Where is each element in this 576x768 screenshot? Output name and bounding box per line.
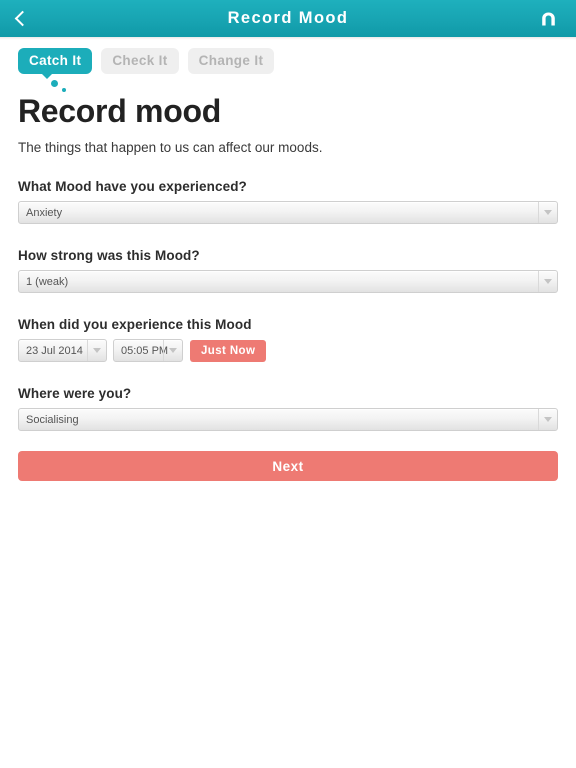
select-where[interactable]: Socialising	[18, 408, 558, 432]
home-icon	[541, 12, 555, 25]
bubble-dot-small-icon	[62, 88, 66, 92]
back-button[interactable]	[0, 0, 40, 37]
label-mood-strength: How strong was this Mood?	[18, 248, 200, 264]
just-now-button[interactable]: Just Now	[190, 339, 267, 362]
tab-change-it-label: Change It	[198, 53, 264, 68]
select-time[interactable]: 05:05 PM	[113, 339, 183, 363]
label-when: When did you experience this Mood	[18, 317, 252, 333]
select-mood-value: Anxiety	[26, 206, 63, 219]
label-mood: What Mood have you experienced?	[18, 179, 247, 195]
select-date[interactable]: 23 Jul 2014	[18, 339, 107, 363]
app-header: Record Mood	[0, 0, 576, 37]
select-date-value: 23 Jul 2014	[26, 344, 83, 357]
bubble-tail-icon	[41, 73, 53, 79]
select-time-value: 05:05 PM	[121, 344, 169, 357]
home-button[interactable]	[528, 0, 568, 37]
bubble-dot-large-icon	[51, 80, 58, 87]
chevron-down-icon	[538, 202, 557, 224]
chevron-down-icon	[87, 340, 106, 362]
select-mood[interactable]: Anxiety	[18, 201, 558, 225]
page-title-header: Record Mood	[227, 9, 349, 27]
select-mood-strength[interactable]: 1 (weak)	[18, 270, 558, 294]
chevron-down-icon	[163, 340, 182, 362]
chevron-down-icon	[538, 271, 557, 293]
tab-check-it-label: Check It	[112, 53, 168, 68]
page-subtitle: The things that happen to us can affect …	[18, 140, 323, 156]
tab-catch-it[interactable]: Catch It	[18, 48, 93, 92]
main-content: Record mood The things that happen to us…	[0, 93, 576, 482]
page-title: Record mood	[18, 93, 221, 129]
tab-bar: Catch It Check It Change It	[0, 40, 576, 92]
chevron-left-icon	[14, 10, 30, 27]
chevron-down-icon	[538, 409, 557, 431]
label-where: Where were you?	[18, 386, 132, 402]
datetime-row: 23 Jul 2014 05:05 PM Just Now	[18, 339, 558, 363]
tab-check-it[interactable]: Check It	[101, 48, 179, 74]
tab-catch-it-label: Catch It	[29, 53, 82, 68]
tab-change-it[interactable]: Change It	[187, 48, 275, 74]
select-mood-strength-value: 1 (weak)	[26, 275, 69, 288]
next-button[interactable]: Next	[18, 451, 558, 482]
select-where-value: Socialising	[26, 413, 79, 426]
